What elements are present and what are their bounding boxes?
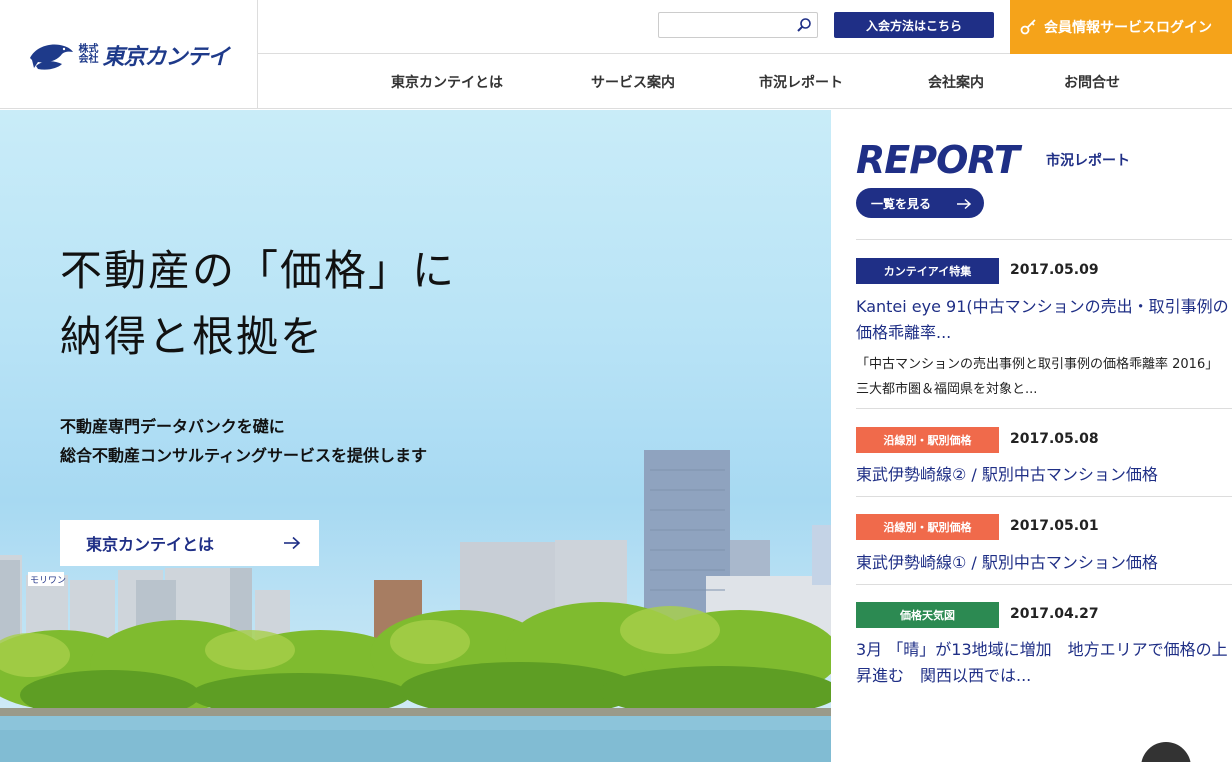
logo-name: 東京カンテイ — [102, 44, 229, 70]
report-panel: REPORT 市況レポート 一覧を見る カンテイアイ特集 2017.05.09 … — [831, 110, 1232, 762]
report-item-description: 「中古マンションの売出事例と取引事例の価格乖離率 2016」 三大都市圏＆福岡県… — [856, 357, 1219, 397]
search-icon[interactable] — [796, 17, 812, 33]
report-item-title[interactable]: 3月 「晴」が13地域に増加 地方エリアで価格の上昇進む 関西以西では... — [856, 637, 1232, 689]
hero-section: モリワン 不動産の「価格」に 納得と根拠を 不動産専門データバンクを礎に 総合不… — [0, 110, 831, 762]
member-login-label: 会員情報サービスログイン — [1044, 20, 1212, 36]
hero-subtext: 不動産専門データバンクを礎に 総合不動産コンサルティングサービスを提供します — [60, 412, 427, 470]
nav-item-market-report[interactable]: 市況レポート — [759, 72, 843, 92]
hero-about-button[interactable]: 東京カンテイとは — [60, 520, 319, 566]
main-nav: 東京カンテイとは サービス案内 市況レポート 会社案内 お問合せ — [258, 54, 1232, 109]
dolphin-logo-icon — [30, 44, 74, 70]
category-badge: 沿線別・駅別価格 — [856, 514, 999, 540]
hero-subtext-line1: 不動産専門データバンクを礎に — [60, 417, 285, 436]
nav-item-contact[interactable]: お問合せ — [1064, 72, 1120, 92]
site-header: 株式 会社 東京カンテイ 入会方法はこちら 会員情報サービスログイン 東京カンテ… — [0, 0, 1232, 109]
logo-kabu-bottom: 会社 — [78, 53, 99, 65]
hero-headline: 不動産の「価格」に 納得と根拠を — [60, 238, 456, 370]
report-date: 2017.05.01 — [1010, 518, 1099, 534]
report-item-title[interactable]: 東武伊勢崎線② / 駅別中古マンション価格 — [856, 462, 1232, 488]
report-divider — [856, 496, 1232, 497]
view-all-label: 一覧を見る — [871, 196, 932, 211]
report-divider — [856, 408, 1232, 409]
logo-link[interactable]: 株式 会社 東京カンテイ — [0, 0, 258, 109]
report-subtitle: 市況レポート — [1046, 153, 1130, 169]
report-divider — [856, 239, 1232, 240]
scroll-top-button[interactable] — [1141, 742, 1191, 762]
report-item-title[interactable]: Kantei eye 91(中古マンションの売出・取引事例の価格乖離率... — [856, 294, 1232, 346]
report-divider — [856, 584, 1232, 585]
view-all-button[interactable]: 一覧を見る — [856, 188, 984, 218]
search-box — [658, 12, 818, 38]
nav-item-company[interactable]: 会社案内 — [928, 72, 984, 92]
building-sign: モリワン — [30, 576, 66, 586]
hero-about-button-label: 東京カンテイとは — [86, 535, 215, 554]
arrow-right-icon — [957, 198, 972, 210]
arrow-right-icon — [284, 536, 301, 550]
company-type-label: 株式 会社 — [78, 43, 99, 65]
hero-headline-line2: 納得と根拠を — [60, 312, 325, 361]
hero-subtext-line2: 総合不動産コンサルティングサービスを提供します — [60, 446, 428, 465]
logo-kabu-top: 株式 — [78, 43, 99, 55]
report-title: REPORT — [856, 138, 1020, 182]
key-icon — [1020, 19, 1036, 35]
nav-item-about[interactable]: 東京カンテイとは — [391, 72, 503, 92]
report-date: 2017.05.08 — [1010, 431, 1099, 447]
category-badge: カンテイアイ特集 — [856, 258, 999, 284]
search-input[interactable] — [659, 13, 789, 37]
member-login-button[interactable]: 会員情報サービスログイン — [1010, 0, 1232, 54]
hero-headline-line1: 不動産の「価格」に — [60, 246, 457, 295]
report-date: 2017.04.27 — [1010, 606, 1099, 622]
category-badge: 沿線別・駅別価格 — [856, 427, 999, 453]
company-logo: 株式 会社 東京カンテイ — [28, 38, 230, 72]
report-date: 2017.05.09 — [1010, 262, 1099, 278]
category-badge: 価格天気図 — [856, 602, 999, 628]
join-button[interactable]: 入会方法はこちら — [834, 12, 994, 38]
top-bar: 入会方法はこちら 会員情報サービスログイン — [258, 0, 1232, 54]
report-item-title[interactable]: 東武伊勢崎線① / 駅別中古マンション価格 — [856, 550, 1232, 576]
nav-item-services[interactable]: サービス案内 — [591, 72, 675, 92]
